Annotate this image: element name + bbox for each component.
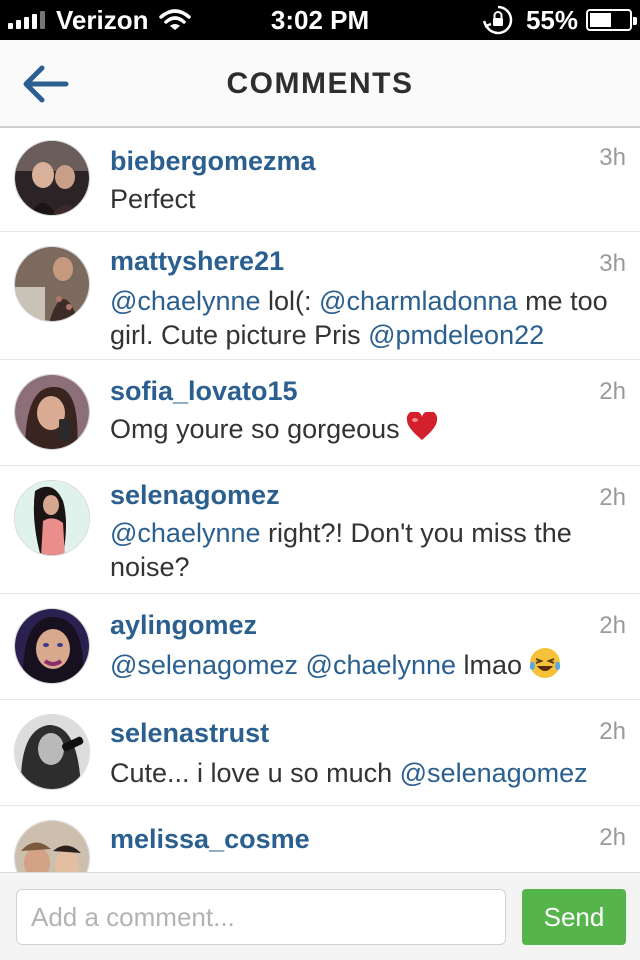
comment-item: aylingomez 2h @selenagomez @chaelynne lm… [0,594,640,700]
battery-percent: 55% [525,4,578,35]
comment-time: 2h [599,824,626,851]
comment-time: 2h [599,378,626,405]
comments-list[interactable]: biebergomezma 3h Perfect mattyshere21 3h… [0,130,640,872]
laughing-tears-emoji [528,646,562,688]
rotation-lock-icon [482,4,514,36]
comment-text: @chaelynne lol(: @charmladonna me too gi… [110,284,622,352]
user-avatar[interactable] [14,140,90,216]
comment-time: 3h [599,250,626,277]
comment-username[interactable]: selenastrust [110,718,269,749]
send-button[interactable]: Send [522,889,626,945]
status-bar: Verizon 3:02 PM 55% [0,0,640,40]
comment-input-bar: Send [0,872,640,960]
comment-item: selenagomez 2h @chaelynne right?! Don't … [0,466,640,594]
mention-link[interactable]: @selenagomez [110,650,298,680]
mention-link[interactable]: @selenagomez [400,758,588,788]
page-title: COMMENTS [226,67,414,100]
comment-input[interactable] [16,889,506,945]
battery-fill [590,13,611,27]
nav-header: COMMENTS [0,40,640,128]
user-avatar[interactable] [14,608,90,684]
comment-text-segment: lmao [456,650,523,681]
comment-time: 2h [599,718,626,745]
mention-link[interactable]: @chaelynne [306,650,457,680]
mention-link[interactable]: @chaelynne [110,286,261,316]
mention-link[interactable]: @pmdeleon22 [368,320,544,350]
comment-item: sofia_lovato15 2h Omg youre so gorgeous [0,360,640,466]
comment-text: Perfect [110,182,622,216]
comment-item: biebergomezma 3h Perfect [0,130,640,232]
user-avatar[interactable] [14,246,90,322]
comment-item: selenastrust 2h Cute... i love u so much… [0,700,640,806]
comment-text: Omg youre so gorgeous [110,410,622,450]
comment-text-segment: Omg youre so gorgeous [110,414,400,445]
comment-username[interactable]: aylingomez [110,610,257,641]
comment-text: @chaelynne right?! Don't you miss the no… [110,516,622,584]
comment-time: 2h [599,484,626,511]
status-right: 55% [482,4,637,36]
battery-icon [586,9,637,31]
comment-username[interactable]: biebergomezma [110,146,316,177]
comment-text-segment: Perfect [110,184,196,214]
comment-item: melissa_cosme 2h [0,806,640,872]
user-avatar[interactable] [14,820,90,872]
comment-text: Cute... i love u so much @selenagomez [110,756,622,790]
mention-link[interactable]: @chaelynne [110,518,261,548]
heart-emoji [406,410,438,450]
comment-item: mattyshere21 3h @chaelynne lol(: @charml… [0,232,640,360]
comment-text-segment: lol(: [260,286,320,316]
comment-text-segment [298,650,306,680]
comment-time: 2h [599,612,626,639]
comment-username[interactable]: selenagomez [110,480,280,511]
comment-time: 3h [599,144,626,171]
user-avatar[interactable] [14,374,90,450]
comment-text: @selenagomez @chaelynne lmao [110,646,622,688]
comment-text-segment: Cute... i love u so much [110,758,400,788]
comment-username[interactable]: sofia_lovato15 [110,376,298,407]
mention-link[interactable]: @charmladonna [319,286,518,316]
screen: Verizon 3:02 PM 55% COMMENTS biebergomez… [0,0,640,960]
comment-username[interactable]: mattyshere21 [110,246,284,277]
user-avatar[interactable] [14,480,90,556]
comment-username[interactable]: melissa_cosme [110,824,310,855]
user-avatar[interactable] [14,714,90,790]
